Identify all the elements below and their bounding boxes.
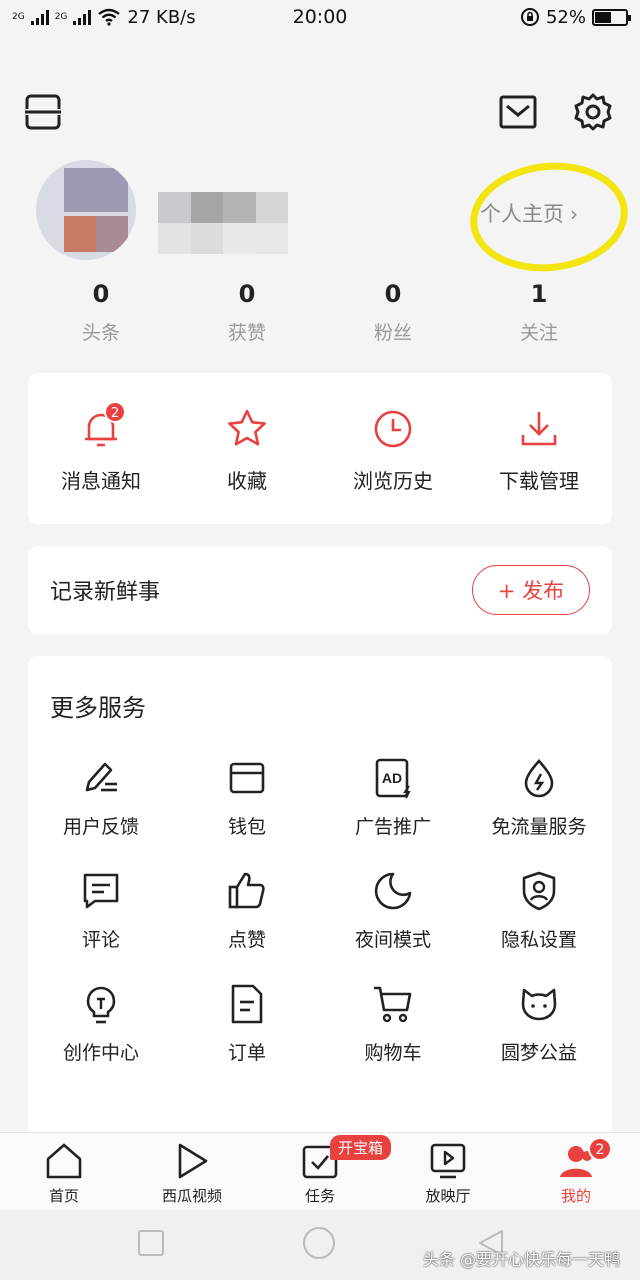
service-creator-center[interactable]: 创作中心 xyxy=(28,982,174,1065)
tab-mine[interactable]: 2 我的 xyxy=(512,1133,640,1210)
ad-icon: AD xyxy=(375,758,411,799)
service-label: 订单 xyxy=(227,1042,266,1064)
record-label: 记录新鲜事 xyxy=(50,580,161,605)
stat-value: 1 xyxy=(530,280,548,308)
service-feedback[interactable]: 用户反馈 xyxy=(28,756,174,839)
battery-icon xyxy=(592,8,631,26)
service-label: 创作中心 xyxy=(62,1042,139,1064)
data-drop-icon xyxy=(524,759,554,798)
stat-label: 粉丝 xyxy=(373,322,412,344)
service-privacy[interactable]: 隐私设置 xyxy=(466,869,612,952)
service-label: 隐私设置 xyxy=(500,929,577,951)
service-label: 广告推广 xyxy=(354,816,431,838)
quick-action-downloads[interactable]: 下载管理 xyxy=(466,373,612,524)
recent-apps-icon[interactable] xyxy=(136,1228,166,1258)
tab-xigua-video[interactable]: 西瓜视频 xyxy=(128,1133,256,1210)
service-label: 评论 xyxy=(81,929,120,951)
service-label: 钱包 xyxy=(227,816,266,838)
scan-icon[interactable] xyxy=(23,92,63,132)
notification-badge: 2 xyxy=(104,401,126,423)
moon-icon xyxy=(374,872,412,910)
star-icon xyxy=(228,409,266,446)
mail-icon[interactable] xyxy=(498,92,538,132)
status-bar: 2G 2G 27 KB/s 20:00 52% xyxy=(0,0,640,34)
username-blurred[interactable] xyxy=(158,192,288,254)
home-icon xyxy=(46,1143,82,1179)
service-label: 免流量服务 xyxy=(491,816,587,838)
service-night-mode[interactable]: 夜间模式 xyxy=(320,869,466,952)
stat-posts[interactable]: 0 头条 xyxy=(28,278,174,345)
tab-tasks[interactable]: 开宝箱 任务 xyxy=(256,1133,392,1210)
tab-badge: 2 xyxy=(588,1137,612,1161)
home-circle-icon[interactable] xyxy=(302,1226,336,1260)
tab-label: 放映厅 xyxy=(425,1187,471,1205)
tab-label: 西瓜视频 xyxy=(161,1187,222,1205)
comment-icon xyxy=(83,873,119,909)
tab-cinema[interactable]: 放映厅 xyxy=(384,1133,512,1210)
clock-icon xyxy=(374,410,412,448)
service-cart[interactable]: 购物车 xyxy=(320,982,466,1065)
section-title: 更多服务 xyxy=(50,694,146,722)
service-label: 用户反馈 xyxy=(62,816,139,838)
quick-action-history[interactable]: 浏览历史 xyxy=(320,373,466,524)
quick-action-label: 收藏 xyxy=(227,469,267,493)
publish-button[interactable]: + 发布 xyxy=(472,565,590,615)
quick-actions-card: 2 消息通知 收藏 浏览历史 下载管理 xyxy=(28,373,612,524)
open-treasure-tag: 开宝箱 xyxy=(330,1135,392,1160)
service-label: 圆梦公益 xyxy=(500,1042,577,1064)
stat-value: 0 xyxy=(92,280,110,308)
gear-icon[interactable] xyxy=(573,92,613,132)
download-icon xyxy=(521,412,557,446)
ad-text: AD xyxy=(382,770,402,786)
service-label: 购物车 xyxy=(364,1042,422,1064)
tab-label: 首页 xyxy=(48,1187,79,1205)
stat-following[interactable]: 1 关注 xyxy=(466,278,612,345)
cat-face-icon xyxy=(521,988,557,1021)
battery-fill xyxy=(595,11,611,23)
service-charity[interactable]: 圆梦公益 xyxy=(466,982,612,1065)
service-free-data[interactable]: 免流量服务 xyxy=(466,756,612,839)
stat-value: 0 xyxy=(238,280,256,308)
stat-label: 关注 xyxy=(519,322,558,344)
service-orders[interactable]: 订单 xyxy=(174,982,320,1065)
lightbulb-icon xyxy=(86,986,116,1024)
quick-action-label: 浏览历史 xyxy=(353,469,433,493)
stat-likes[interactable]: 0 获赞 xyxy=(174,278,320,345)
tv-play-icon xyxy=(430,1143,466,1179)
tab-home[interactable]: 首页 xyxy=(0,1133,128,1210)
document-icon xyxy=(231,984,263,1024)
clock: 20:00 xyxy=(292,6,348,28)
quick-action-notifications[interactable]: 2 消息通知 xyxy=(28,373,174,524)
quick-action-favorites[interactable]: 收藏 xyxy=(174,373,320,524)
quick-action-label: 消息通知 xyxy=(61,469,141,493)
quick-action-label: 下载管理 xyxy=(499,469,579,493)
pencil-icon xyxy=(85,762,117,792)
stat-label: 获赞 xyxy=(227,322,266,344)
play-icon xyxy=(178,1143,208,1179)
more-services-card: 更多服务 用户反馈 钱包 AD 广告推广 免流量服务 评论 点赞 夜间模式 隐私… xyxy=(28,656,612,1136)
service-likes[interactable]: 点赞 xyxy=(174,869,320,952)
service-label: 夜间模式 xyxy=(354,929,431,951)
annotation-circle xyxy=(464,155,634,279)
avatar[interactable] xyxy=(36,160,136,260)
stat-value: 0 xyxy=(384,280,402,308)
service-ads[interactable]: AD 广告推广 xyxy=(320,756,466,839)
tab-label: 任务 xyxy=(304,1187,335,1205)
wallet-icon xyxy=(229,762,265,794)
watermark: 头条 @要开心快乐每一天鸭 xyxy=(422,1250,620,1269)
service-comments[interactable]: 评论 xyxy=(28,869,174,952)
service-label: 点赞 xyxy=(227,929,266,951)
profile-stats: 0 头条 0 获赞 0 粉丝 1 关注 xyxy=(28,278,612,345)
service-wallet[interactable]: 钱包 xyxy=(174,756,320,839)
thumbs-up-icon xyxy=(228,872,265,909)
cart-icon xyxy=(374,986,412,1023)
stat-fans[interactable]: 0 粉丝 xyxy=(320,278,466,345)
bottom-nav: 首页 西瓜视频 开宝箱 任务 放映厅 2 我的 xyxy=(0,1132,640,1210)
stat-label: 头条 xyxy=(81,322,120,344)
record-card: 记录新鲜事 + 发布 xyxy=(28,546,612,634)
tab-label: 我的 xyxy=(560,1187,591,1205)
shield-user-icon xyxy=(522,871,556,911)
